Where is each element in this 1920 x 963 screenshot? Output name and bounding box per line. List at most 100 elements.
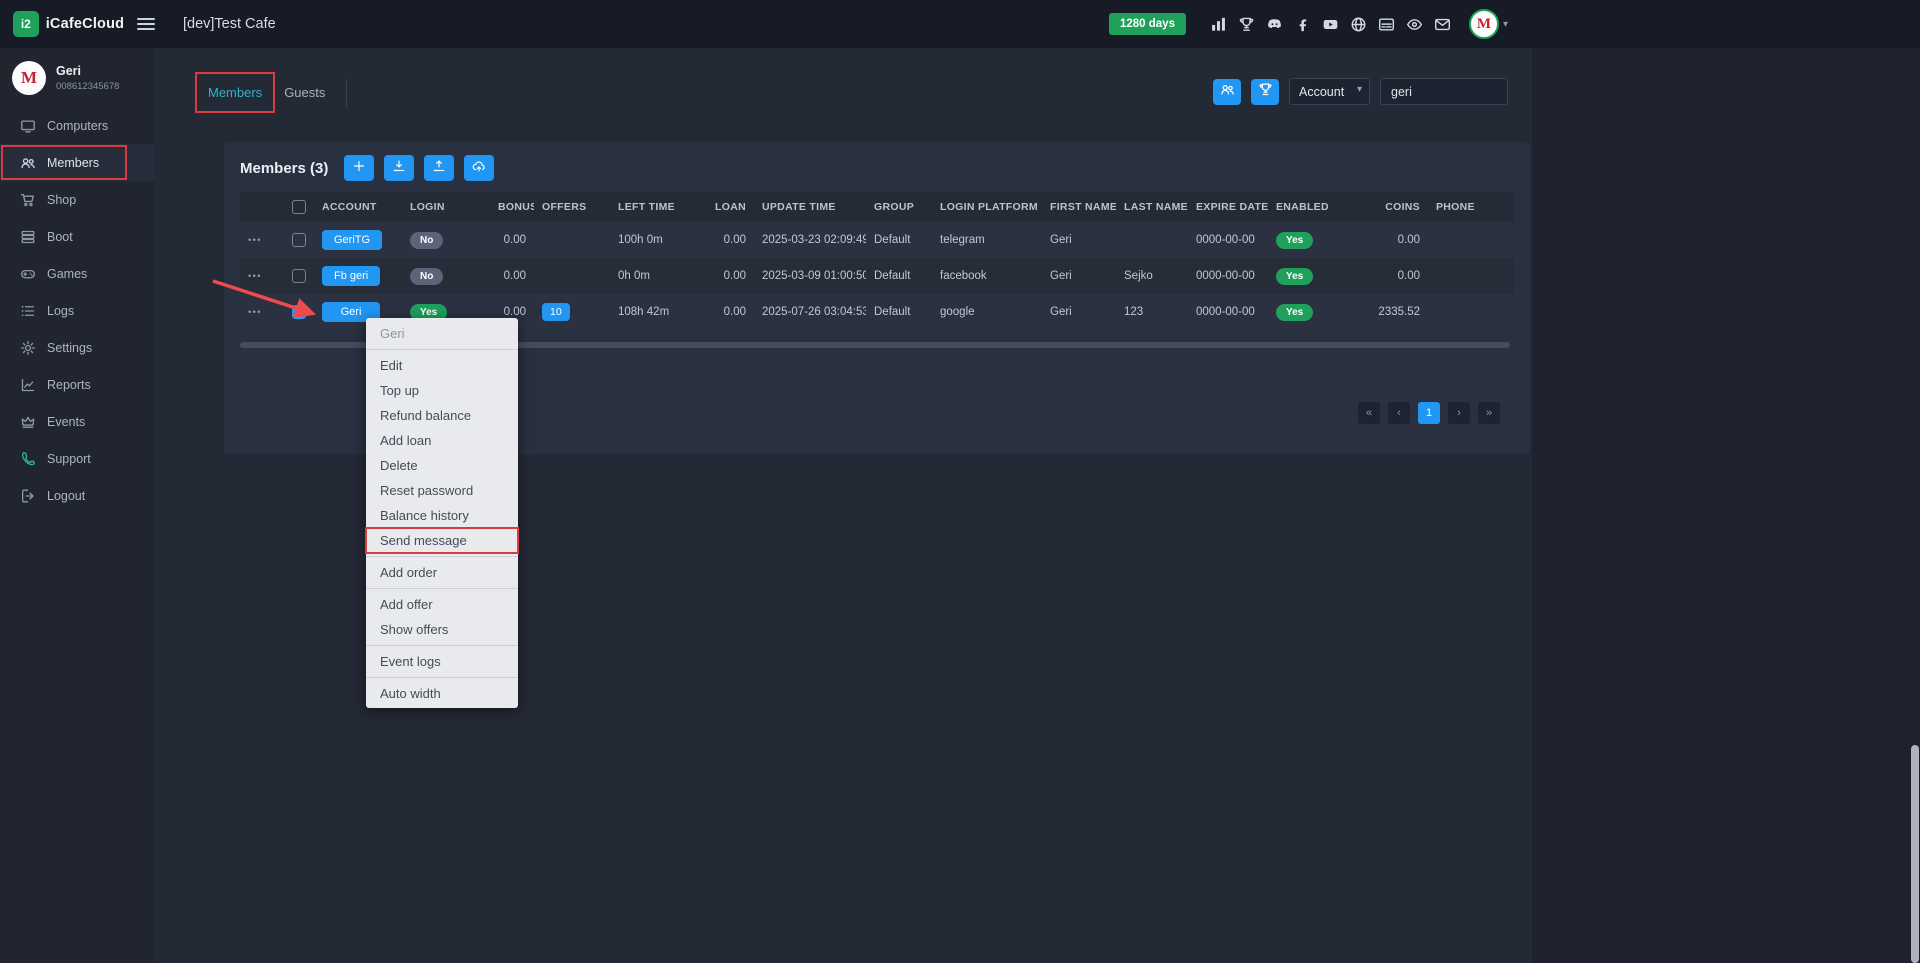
chart-icon[interactable] xyxy=(1210,16,1227,33)
sidebar-item-games[interactable]: Games xyxy=(0,255,155,292)
column-header-group: GROUP xyxy=(866,192,932,222)
app-logo-icon[interactable]: i2 xyxy=(13,11,39,37)
column-header-offers: OFFERS xyxy=(534,192,610,222)
menu-item-balance-history[interactable]: Balance history xyxy=(366,503,518,528)
youtube-icon[interactable] xyxy=(1322,16,1339,33)
pagination-first[interactable]: « xyxy=(1358,402,1380,424)
table-cell: ••• xyxy=(240,294,284,330)
login-status-badge: No xyxy=(410,268,443,285)
table-cell: 100h 0m xyxy=(610,222,704,258)
menu-toggle-button[interactable] xyxy=(137,18,155,30)
column-header-account: ACCOUNT xyxy=(314,192,402,222)
tab-guests[interactable]: Guests xyxy=(273,74,336,111)
discord-icon[interactable] xyxy=(1266,16,1283,33)
facebook-icon[interactable] xyxy=(1294,16,1311,33)
menu-item-top-up[interactable]: Top up xyxy=(366,378,518,403)
row-checkbox[interactable] xyxy=(292,233,306,247)
column-header-phone: PHONE xyxy=(1428,192,1514,222)
pagination-last[interactable]: » xyxy=(1478,402,1500,424)
globe-icon[interactable] xyxy=(1350,16,1367,33)
nvidia-icon[interactable] xyxy=(1406,16,1423,33)
upload-icon xyxy=(432,159,446,178)
panel-header: Members (3) xyxy=(224,142,1530,192)
row-actions-button[interactable]: ••• xyxy=(248,271,262,281)
menu-item-add-offer[interactable]: Add offer xyxy=(366,592,518,617)
pagination-next[interactable]: › xyxy=(1448,402,1470,424)
export-button[interactable] xyxy=(424,155,454,181)
menu-item-auto-width[interactable]: Auto width xyxy=(366,681,518,706)
row-actions-button[interactable]: ••• xyxy=(248,307,262,317)
tabs: Members Guests xyxy=(197,74,347,111)
import-button[interactable] xyxy=(384,155,414,181)
search-input[interactable] xyxy=(1380,78,1508,105)
profile-avatar: M xyxy=(12,61,46,95)
menu-item-delete[interactable]: Delete xyxy=(366,453,518,478)
account-badge[interactable]: Fb geri xyxy=(322,266,380,286)
sidebar-item-settings[interactable]: Settings xyxy=(0,329,155,366)
table-cell: 2335.52 xyxy=(1358,294,1428,330)
sidebar-nav: Computers MembersShopBootGamesLogsSetting… xyxy=(0,107,155,514)
enabled-badge: Yes xyxy=(1276,268,1313,285)
menu-item-refund-balance[interactable]: Refund balance xyxy=(366,403,518,428)
menu-item-show-offers[interactable]: Show offers xyxy=(366,617,518,642)
menu-item-reset-password[interactable]: Reset password xyxy=(366,478,518,503)
sidebar-item-logs[interactable]: Logs xyxy=(0,292,155,329)
row-actions-button[interactable]: ••• xyxy=(248,235,262,245)
row-checkbox[interactable] xyxy=(292,305,306,319)
sidebar-item-computers[interactable]: Computers xyxy=(0,107,155,144)
subtitles-icon[interactable] xyxy=(1378,16,1395,33)
select-all-checkbox[interactable] xyxy=(292,200,306,214)
sidebar-item-reports[interactable]: Reports xyxy=(0,366,155,403)
table-cell: Sejko xyxy=(1116,258,1188,294)
row-checkbox[interactable] xyxy=(292,269,306,283)
pagination-page-1[interactable]: 1 xyxy=(1418,402,1440,424)
events-icon xyxy=(20,414,36,430)
column-header-last-name: LAST NAME xyxy=(1116,192,1188,222)
menu-item-send-message[interactable]: Send message xyxy=(366,528,518,553)
panel-buttons xyxy=(344,155,494,181)
sidebar-item-support[interactable]: Support xyxy=(0,440,155,477)
sidebar-item-logout[interactable]: Logout xyxy=(0,477,155,514)
user-avatar[interactable]: M xyxy=(1469,9,1499,39)
add-member-button[interactable] xyxy=(344,155,374,181)
menu-divider xyxy=(366,349,518,350)
chevron-down-icon[interactable]: ▾ xyxy=(1503,19,1508,30)
members-filter-button[interactable] xyxy=(1213,79,1241,105)
cloud-sync-button[interactable] xyxy=(464,155,494,181)
table-cell: No xyxy=(402,258,490,294)
trophy-icon[interactable] xyxy=(1238,16,1255,33)
cafe-title: [dev]Test Cafe xyxy=(183,16,276,32)
enabled-badge: Yes xyxy=(1276,304,1313,321)
menu-item-add-order[interactable]: Add order xyxy=(366,560,518,585)
sidebar-item-boot[interactable]: Boot xyxy=(0,218,155,255)
offers-filter-button[interactable] xyxy=(1251,79,1279,105)
vertical-scrollbar-thumb[interactable] xyxy=(1911,745,1919,963)
sidebar-profile[interactable]: M Geri 008612345678 xyxy=(0,48,155,105)
table-cell xyxy=(1428,222,1514,258)
menu-item-edit[interactable]: Edit xyxy=(366,353,518,378)
menu-item-add-loan[interactable]: Add loan xyxy=(366,428,518,453)
table-cell: 0.00 xyxy=(1358,222,1428,258)
column-header-coins: COINS xyxy=(1358,192,1428,222)
table-cell: telegram xyxy=(932,222,1042,258)
members-table-body: •••GeriTGNo0.00100h 0m0.002025-03-23 02:… xyxy=(240,222,1514,330)
table-cell: 123 xyxy=(1116,294,1188,330)
account-badge[interactable]: GeriTG xyxy=(322,230,382,250)
pagination-prev[interactable]: ‹ xyxy=(1388,402,1410,424)
sidebar-item-label: Computers xyxy=(47,119,108,133)
monitor-icon xyxy=(20,118,36,134)
menu-item-event-logs[interactable]: Event logs xyxy=(366,649,518,674)
sidebar-item-members[interactable]: Members xyxy=(0,144,155,181)
app-logo-text[interactable]: iCafeCloud xyxy=(46,16,125,32)
search-category-select[interactable]: Account xyxy=(1289,78,1370,105)
sidebar-item-label: Support xyxy=(47,452,91,466)
subscription-days-badge[interactable]: 1280 days xyxy=(1109,13,1186,35)
column-header-login-platform: LOGIN PLATFORM xyxy=(932,192,1042,222)
sidebar-item-shop[interactable]: Shop xyxy=(0,181,155,218)
tab-members[interactable]: Members xyxy=(197,74,273,111)
sidebar-item-events[interactable]: Events xyxy=(0,403,155,440)
phone-icon xyxy=(20,451,36,467)
page-container: Members Guests Account Members (3) ACCOU… xyxy=(155,48,1532,963)
mail-icon[interactable] xyxy=(1434,16,1451,33)
table-cell: Geri xyxy=(1042,222,1116,258)
